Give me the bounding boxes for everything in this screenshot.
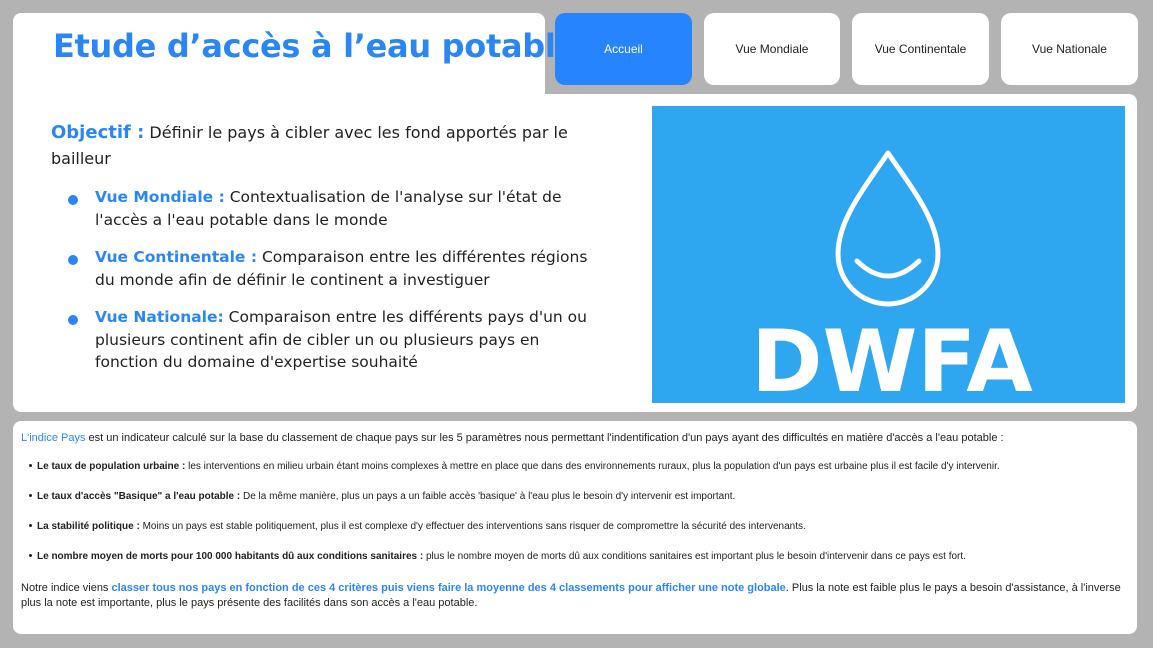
criterion-description: plus le nombre moyen de morts dû aux con… [423,551,966,562]
indice-intro: L'indice Pays est un indicateur calculé … [21,432,1004,444]
criterion-description: les interventions en milieu urbain étant… [185,461,1000,472]
objective-text: Objectif : Définir le pays à cibler avec… [51,120,571,172]
bullet-icon [29,493,32,497]
criterion-item: Le nombre moyen de morts pour 100 000 ha… [29,551,966,562]
criterion-title: Le nombre moyen de morts pour 100 000 ha… [37,551,424,562]
bullet-icon [68,195,78,205]
criterion-description: De la même manière, plus un pays a un fa… [240,491,736,502]
logo-text: DWFA [751,312,1033,403]
bullet-icon [68,255,78,265]
bullet-icon [68,315,78,325]
water-drop-icon: DWFA [751,150,1033,403]
nav-button-accueil[interactable]: Accueil [555,13,692,85]
criterion-description: Moins un pays est stable politiquement, … [139,521,806,532]
nav-button-vue-mondiale[interactable]: Vue Mondiale [704,13,840,85]
objective-keyword: Objectif : [51,122,145,143]
nav-button-vue-nationale[interactable]: Vue Nationale [1001,13,1138,85]
bullet-icon [29,523,32,527]
bullet-icon [29,463,32,467]
list-item: Vue Nationale: Comparaison entre les dif… [68,306,588,374]
view-keyword: Vue Nationale: [95,308,224,326]
indice-keyword: L'indice Pays [21,432,86,444]
list-item: Vue Mondiale : Contextualisation de l'an… [68,186,588,231]
conclusion-keyword: classer tous nos pays en fonction de ces… [111,582,786,594]
overview-card: Objectif : Définir le pays à cibler avec… [13,94,1137,412]
dwfa-logo: DWFA [652,106,1125,403]
view-keyword: Vue Continentale : [95,248,258,266]
views-list: Vue Mondiale : Contextualisation de l'an… [68,186,588,389]
criterion-title: Le taux d'accès "Basique" a l'eau potabl… [37,491,241,502]
nav-button-vue-continentale[interactable]: Vue Continentale [852,13,989,85]
bullet-icon [29,553,32,557]
criterion-item: Le taux d'accès "Basique" a l'eau potabl… [29,491,735,502]
criterion-item: La stabilité politique : Moins un pays e… [29,521,806,532]
page-title: Etude d’accès à l’eau potable [53,27,577,65]
indice-conclusion: Notre indice viens classer tous nos pays… [21,581,1121,611]
criterion-item: Le taux de population urbaine : les inte… [29,461,1000,472]
indice-description: est un indicateur calculé sur la base du… [85,432,1004,444]
criterion-title: Le taux de population urbaine : [37,461,186,472]
indice-card: L'indice Pays est un indicateur calculé … [13,421,1137,634]
list-item: Vue Continentale : Comparaison entre les… [68,246,588,291]
criterion-title: La stabilité politique : [37,521,140,532]
conclusion-prefix: Notre indice viens [21,582,112,594]
view-keyword: Vue Mondiale : [95,188,225,206]
